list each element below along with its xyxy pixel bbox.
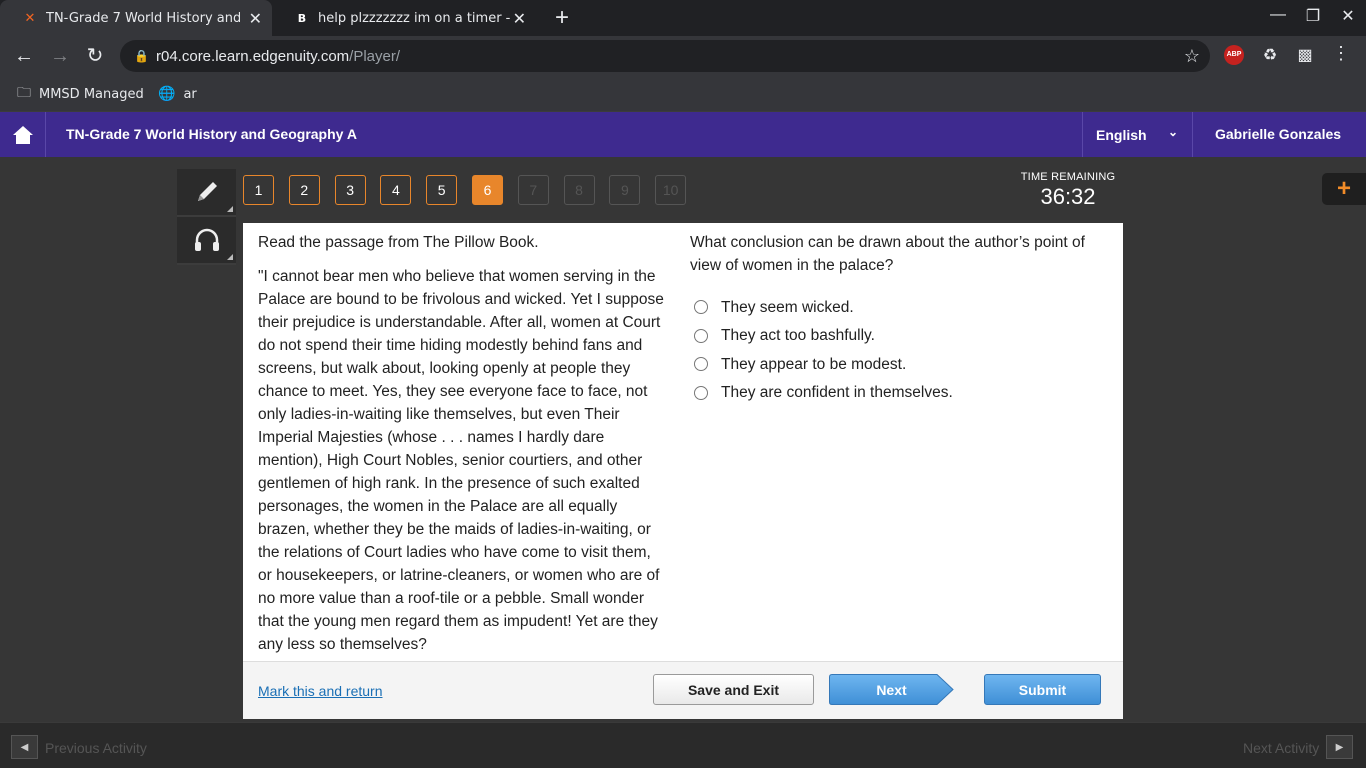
bookmarks-bar: 🗀 MMSD Managed 🌐 ar	[0, 76, 1366, 112]
radio-button[interactable]	[694, 328, 708, 343]
back-arrow-icon[interactable]: ←	[10, 42, 38, 70]
question-nav-button-1[interactable]: 1	[243, 175, 274, 205]
abp-label: ABP	[1224, 45, 1244, 65]
previous-activity-arrow[interactable]: ◀	[11, 735, 38, 759]
timer-label: TIME REMAINING	[1020, 171, 1116, 183]
radio-button[interactable]	[694, 385, 708, 400]
browser-tabstrip: ✕ TN-Grade 7 World History and Geography…	[0, 0, 1366, 36]
language-selector[interactable]: English ⌄	[1082, 112, 1193, 157]
radio-button[interactable]	[694, 357, 708, 372]
expand-corner-icon	[227, 206, 233, 212]
adblock-extension-icon[interactable]: ABP	[1224, 45, 1246, 65]
plus-tools-button[interactable]: +	[1322, 173, 1366, 205]
bookmark-label: MMSD Managed	[39, 86, 144, 102]
globe-icon: 🌐	[158, 86, 176, 102]
browser-tab-title: help plzzzzzzz im on a timer - Brainly	[318, 10, 510, 26]
expand-corner-icon	[227, 254, 233, 260]
activity-stage: 1 2 3 4 5 6 7 8 9 10 TIME REMAINING 36:32 + Read …	[0, 157, 1366, 722]
language-label: English	[1096, 126, 1147, 143]
passage-pane[interactable]: Read the passage from The Pillow Book. "…	[258, 231, 668, 661]
activity-nav-bar: ◀ Previous Activity Next Activity ▶	[0, 722, 1366, 768]
time-remaining: TIME REMAINING 36:32	[1010, 171, 1126, 210]
lock-icon: 🔒	[134, 49, 149, 63]
answer-option[interactable]: They appear to be modest.	[690, 350, 1100, 379]
home-button[interactable]	[0, 112, 46, 157]
pencil-icon	[197, 182, 217, 201]
bookmark-star-icon[interactable]: ☆	[1184, 46, 1200, 67]
answer-option-label: They are confident in themselves.	[721, 384, 953, 402]
browser-tab-brainly[interactable]: B help plzzzzzzz im on a timer - Brainly…	[272, 0, 536, 36]
close-window-icon[interactable]: ✕	[1336, 6, 1360, 26]
audio-tool-button[interactable]	[177, 217, 236, 265]
browser-tab-title: TN-Grade 7 World History and Geography A	[46, 10, 240, 26]
passage-intro: Read the passage from The Pillow Book.	[258, 234, 539, 251]
question-navigator: 1 2 3 4 5 6 7 8 9 10	[243, 175, 701, 205]
address-bar[interactable]: 🔒 r04.core.learn.edgenuity.com/Player/ ☆	[120, 40, 1210, 72]
bookmark-mmsd-managed[interactable]: 🗀 MMSD Managed	[17, 76, 144, 112]
triangle-left-icon: ◀	[20, 741, 29, 753]
brainly-b-icon: B	[297, 11, 307, 25]
reload-icon[interactable]: ↻	[81, 42, 109, 70]
next-button[interactable]: Next	[829, 674, 954, 705]
headphones-icon	[194, 228, 219, 251]
question-nav-button-6[interactable]: 6	[471, 175, 503, 205]
previous-activity-label[interactable]: Previous Activity	[45, 740, 147, 756]
submit-button[interactable]: Submit	[984, 674, 1101, 705]
answer-option-label: They seem wicked.	[721, 298, 854, 316]
menu-kebab-icon[interactable]: ⋮	[1330, 43, 1352, 64]
answer-option[interactable]: They act too bashfully.	[690, 322, 1100, 351]
answer-options: They seem wicked. They act too bashfully…	[690, 293, 1100, 407]
save-and-exit-button[interactable]: Save and Exit	[653, 674, 814, 705]
answer-option-label: They appear to be modest.	[721, 355, 907, 373]
close-tab-icon[interactable]: ✕	[249, 9, 262, 28]
chevron-down-icon: ⌄	[1167, 125, 1178, 139]
question-nav-button-9: 9	[609, 175, 641, 205]
cast-icon[interactable]: ▩	[1294, 45, 1316, 65]
url-host: r04.core.learn.edgenuity.com	[156, 47, 350, 65]
question-footer: Mark this and return Save and Exit Next …	[243, 661, 1123, 719]
timer-value: 36:32	[1040, 184, 1096, 209]
question-nav-button-4[interactable]: 4	[380, 175, 412, 205]
minimize-icon[interactable]: —	[1266, 6, 1290, 24]
passage-text: "I cannot bear men who believe that wome…	[258, 268, 664, 653]
browser-toolbar: ← → ↻ 🔒 r04.core.learn.edgenuity.com/Pla…	[0, 36, 1366, 76]
app-header: TN-Grade 7 World History and Geography A…	[0, 112, 1366, 157]
radio-button[interactable]	[694, 300, 708, 315]
forward-arrow-icon[interactable]: →	[46, 42, 74, 70]
question-panel: Read the passage from The Pillow Book. "…	[243, 223, 1123, 719]
question-nav-button-7: 7	[517, 175, 549, 205]
bookmark-ar[interactable]: 🌐 ar	[158, 76, 197, 112]
user-name[interactable]: Gabrielle Gonzales	[1215, 112, 1341, 157]
next-activity-label[interactable]: Next Activity	[1243, 740, 1319, 756]
question-nav-button-2[interactable]: 2	[288, 175, 320, 205]
triangle-right-icon: ▶	[1335, 741, 1344, 753]
plus-icon: +	[1336, 175, 1351, 202]
restore-icon[interactable]: ❐	[1301, 6, 1325, 26]
bookmark-label: ar	[183, 86, 197, 102]
pencil-tool-button[interactable]	[177, 169, 236, 217]
answer-option[interactable]: They are confident in themselves.	[690, 379, 1100, 408]
next-button-label: Next	[876, 681, 907, 698]
question-nav-button-8: 8	[563, 175, 595, 205]
question-pane: What conclusion can be drawn about the a…	[690, 231, 1100, 407]
next-activity-arrow[interactable]: ▶	[1326, 735, 1353, 759]
question-nav-button-5[interactable]: 5	[426, 175, 458, 205]
mark-and-return-link[interactable]: Mark this and return	[258, 683, 383, 699]
question-prompt: What conclusion can be drawn about the a…	[690, 234, 1085, 274]
question-nav-button-10: 10	[655, 175, 687, 205]
question-nav-button-3[interactable]: 3	[334, 175, 366, 205]
answer-option-label: They act too bashfully.	[721, 327, 875, 345]
home-icon	[12, 125, 33, 144]
new-tab-icon[interactable]: +	[548, 4, 576, 32]
close-tab-icon[interactable]: ✕	[513, 9, 526, 28]
url-path: /Player/	[349, 47, 401, 65]
course-title: TN-Grade 7 World History and Geography A	[66, 126, 357, 142]
puzzle-extensions-icon[interactable]: ♻	[1259, 45, 1281, 65]
folder-icon: 🗀	[17, 85, 31, 101]
edgenuity-x-icon: ✕	[24, 10, 36, 26]
toolbox	[177, 169, 236, 267]
browser-tab-edgenuity[interactable]: ✕ TN-Grade 7 World History and Geography…	[0, 0, 272, 36]
answer-option[interactable]: They seem wicked.	[690, 293, 1100, 322]
